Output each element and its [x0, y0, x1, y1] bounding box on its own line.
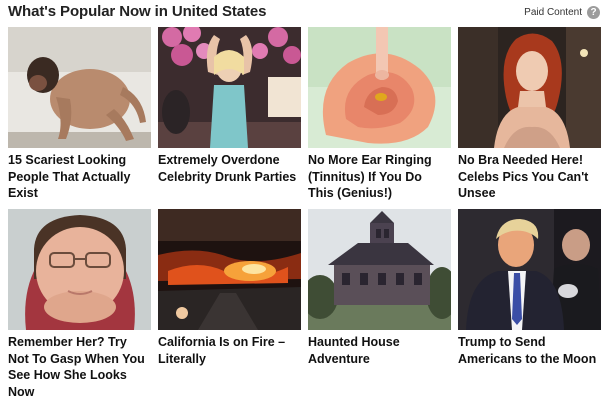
widget-title: What's Popular Now in United States [8, 3, 267, 20]
card-thumbnail[interactable] [308, 27, 451, 148]
card-headline[interactable]: Remember Her? Try Not To Gasp When You S… [8, 334, 151, 400]
paid-content-label[interactable]: Paid Content [524, 7, 582, 18]
content-card-no-bra[interactable]: No Bra Needed Here! Celebs Pics You Can'… [458, 27, 601, 202]
help-icon[interactable]: ? [587, 6, 600, 19]
haunted-house-photo [308, 209, 451, 330]
card-thumbnail[interactable] [458, 209, 601, 330]
party-photo [158, 27, 301, 148]
card-headline[interactable]: Haunted House Adventure [308, 334, 451, 367]
content-card-california-fire[interactable]: California Is on Fire – Literally [158, 209, 301, 367]
wildfire-photo [158, 209, 301, 330]
card-thumbnail[interactable] [158, 27, 301, 148]
ear-photo [308, 27, 451, 148]
card-thumbnail[interactable] [8, 209, 151, 330]
creature-photo [8, 27, 151, 148]
card-headline[interactable]: No More Ear Ringing (Tinnitus) If You Do… [308, 152, 451, 202]
card-headline[interactable]: California Is on Fire – Literally [158, 334, 301, 367]
widget-header: What's Popular Now in United States Paid… [8, 2, 600, 22]
celebrity-photo [458, 27, 601, 148]
card-headline[interactable]: 15 Scariest Looking People That Actually… [8, 152, 151, 202]
politician-photo [458, 209, 601, 330]
content-card-scary-people[interactable]: 15 Scariest Looking People That Actually… [8, 27, 151, 202]
woman-portrait-photo [8, 209, 151, 330]
content-card-haunted-house[interactable]: Haunted House Adventure [308, 209, 451, 367]
content-card-ear-ringing[interactable]: No More Ear Ringing (Tinnitus) If You Do… [308, 27, 451, 202]
card-headline[interactable]: Trump to Send Americans to the Moon [458, 334, 601, 367]
paid-content-disclosure[interactable]: Paid Content ? [524, 6, 600, 19]
card-thumbnail[interactable] [8, 27, 151, 148]
content-card-trump-moon[interactable]: Trump to Send Americans to the Moon [458, 209, 601, 367]
card-thumbnail[interactable] [308, 209, 451, 330]
card-thumbnail[interactable] [458, 27, 601, 148]
card-thumbnail[interactable] [158, 209, 301, 330]
card-headline[interactable]: Extremely Overdone Celebrity Drunk Parti… [158, 152, 301, 185]
content-card-remember-her[interactable]: Remember Her? Try Not To Gasp When You S… [8, 209, 151, 400]
content-card-drunk-parties[interactable]: Extremely Overdone Celebrity Drunk Parti… [158, 27, 301, 185]
card-headline[interactable]: No Bra Needed Here! Celebs Pics You Can'… [458, 152, 601, 202]
